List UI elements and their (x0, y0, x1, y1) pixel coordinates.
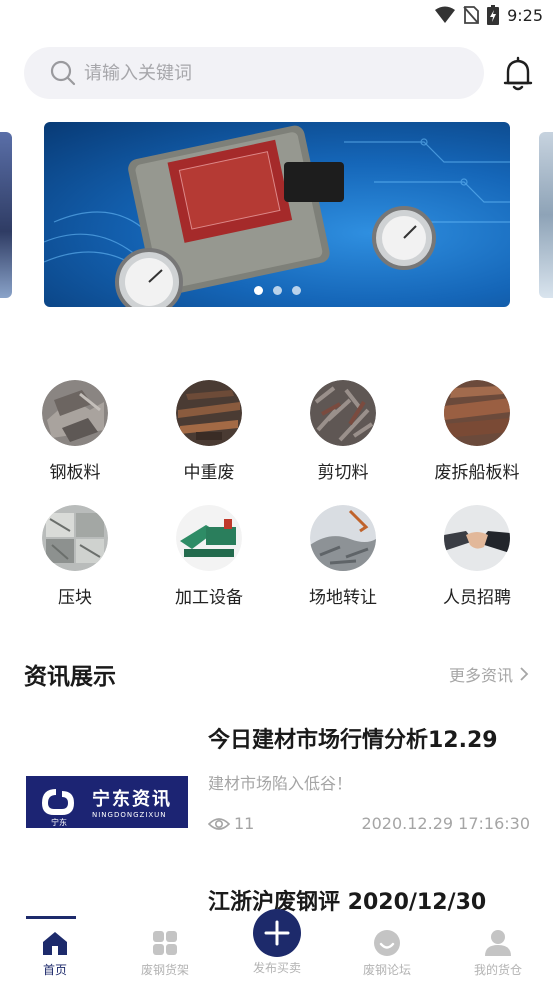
nav-my-warehouse[interactable]: 我的货仓 (443, 915, 553, 983)
category-processing-equipment[interactable]: 加工设备 (142, 505, 276, 608)
publish-label: 发布买卖 (252, 961, 301, 975)
status-bar: 9:25 (0, 0, 553, 32)
category-sheared[interactable]: 剪切料 (276, 380, 410, 483)
battery-icon (487, 5, 500, 25)
category-steel-plate[interactable]: 钢板料 (8, 380, 142, 483)
recruitment-handshake-image (444, 505, 510, 571)
home-icon (43, 932, 67, 955)
category-label: 钢板料 (49, 463, 101, 483)
status-icons: 9:25 (435, 5, 543, 25)
category-label: 人员招聘 (443, 588, 511, 608)
sheared-scrap-image (310, 380, 376, 446)
nav-label: 我的货仓 (473, 963, 522, 977)
category-recruitment[interactable]: 人员招聘 (410, 505, 544, 608)
category-label: 废拆船板料 (434, 463, 520, 483)
nav-label: 首页 (42, 963, 67, 977)
banner-prev-peek[interactable] (0, 132, 12, 298)
processing-equipment-image (176, 505, 242, 571)
ningdong-logo: 宁东 (42, 789, 74, 827)
category-grid: 钢板料 中重废 剪切料 废拆船板料 压块 加工设备 场地转让 人员招聘 (8, 380, 546, 608)
compressed-block-image (42, 505, 108, 571)
nav-label: 废钢论坛 (362, 963, 411, 977)
carousel-dot[interactable] (291, 286, 301, 295)
grid-icon (153, 931, 177, 955)
search-box[interactable] (24, 47, 484, 99)
banner-carousel[interactable] (0, 122, 553, 308)
thumb-text: 宁东资讯 NINGDONGZIXUN (92, 785, 172, 819)
carousel-dots (44, 286, 510, 295)
user-icon (485, 930, 511, 956)
nav-forum[interactable]: 废钢论坛 (332, 915, 442, 983)
nav-scrap-shelf[interactable]: 废钢货架 (110, 915, 220, 983)
bell-icon[interactable] (502, 56, 534, 92)
news-section-title: 资讯展示 (24, 664, 116, 690)
ship-plate-scrap-image (444, 380, 510, 446)
search-icon (50, 60, 76, 86)
thumb-title: 宁东资讯 (92, 789, 172, 810)
status-time: 9:25 (507, 5, 543, 25)
site-transfer-image (310, 505, 376, 571)
banner-next-peek[interactable] (539, 132, 553, 298)
smile-icon (374, 930, 400, 956)
heavy-scrap-image (176, 380, 242, 446)
wifi-icon (435, 6, 456, 23)
banner-illustration (44, 125, 510, 307)
more-news-label: 更多资讯 (448, 666, 513, 685)
news-view-count: 11 (234, 814, 255, 833)
publish-button[interactable] (253, 909, 301, 957)
more-news-link[interactable]: 更多资讯 (449, 662, 529, 686)
news-thumbnail: 宁东 宁东资讯 NINGDONGZIXUN (26, 776, 188, 828)
category-ship-plate[interactable]: 废拆船板料 (410, 380, 544, 483)
eye-icon (208, 817, 230, 830)
nav-home[interactable]: 首页 (0, 915, 110, 983)
category-site-transfer[interactable]: 场地转让 (276, 505, 410, 608)
chevron-right-icon (520, 667, 529, 681)
news-views: 11 (208, 814, 254, 833)
category-label: 中重废 (183, 463, 235, 483)
news-headline[interactable]: 江浙沪废钢评 2020/12/30 (208, 884, 486, 916)
category-label: 压块 (58, 588, 92, 608)
news-timestamp: 2020.12.29 17:16:30 (361, 814, 530, 833)
thumb-subtitle: NINGDONGZIXUN (92, 811, 167, 819)
category-heavy-scrap[interactable]: 中重废 (142, 380, 276, 483)
category-compressed-block[interactable]: 压块 (8, 505, 142, 608)
news-headline[interactable]: 今日建材市场行情分析12.29 (208, 722, 498, 754)
plus-icon (264, 920, 290, 946)
carousel-dot[interactable] (253, 286, 263, 295)
news-summary: 建材市场陷入低谷！ (208, 774, 353, 793)
category-label: 场地转让 (309, 588, 377, 608)
nav-label: 废钢货架 (140, 963, 189, 977)
category-label: 剪切料 (317, 463, 369, 483)
banner-image[interactable] (44, 122, 510, 307)
carousel-dot[interactable] (272, 286, 282, 295)
svg-text:宁东: 宁东 (51, 817, 67, 827)
steel-plate-scrap-image (42, 380, 108, 446)
category-label: 加工设备 (175, 588, 243, 608)
no-sim-icon (463, 6, 479, 24)
search-input[interactable] (84, 62, 444, 84)
news-item[interactable]: 宁东 宁东资讯 NINGDONGZIXUN 今日建材市场行情分析12.29 建材… (24, 722, 534, 852)
